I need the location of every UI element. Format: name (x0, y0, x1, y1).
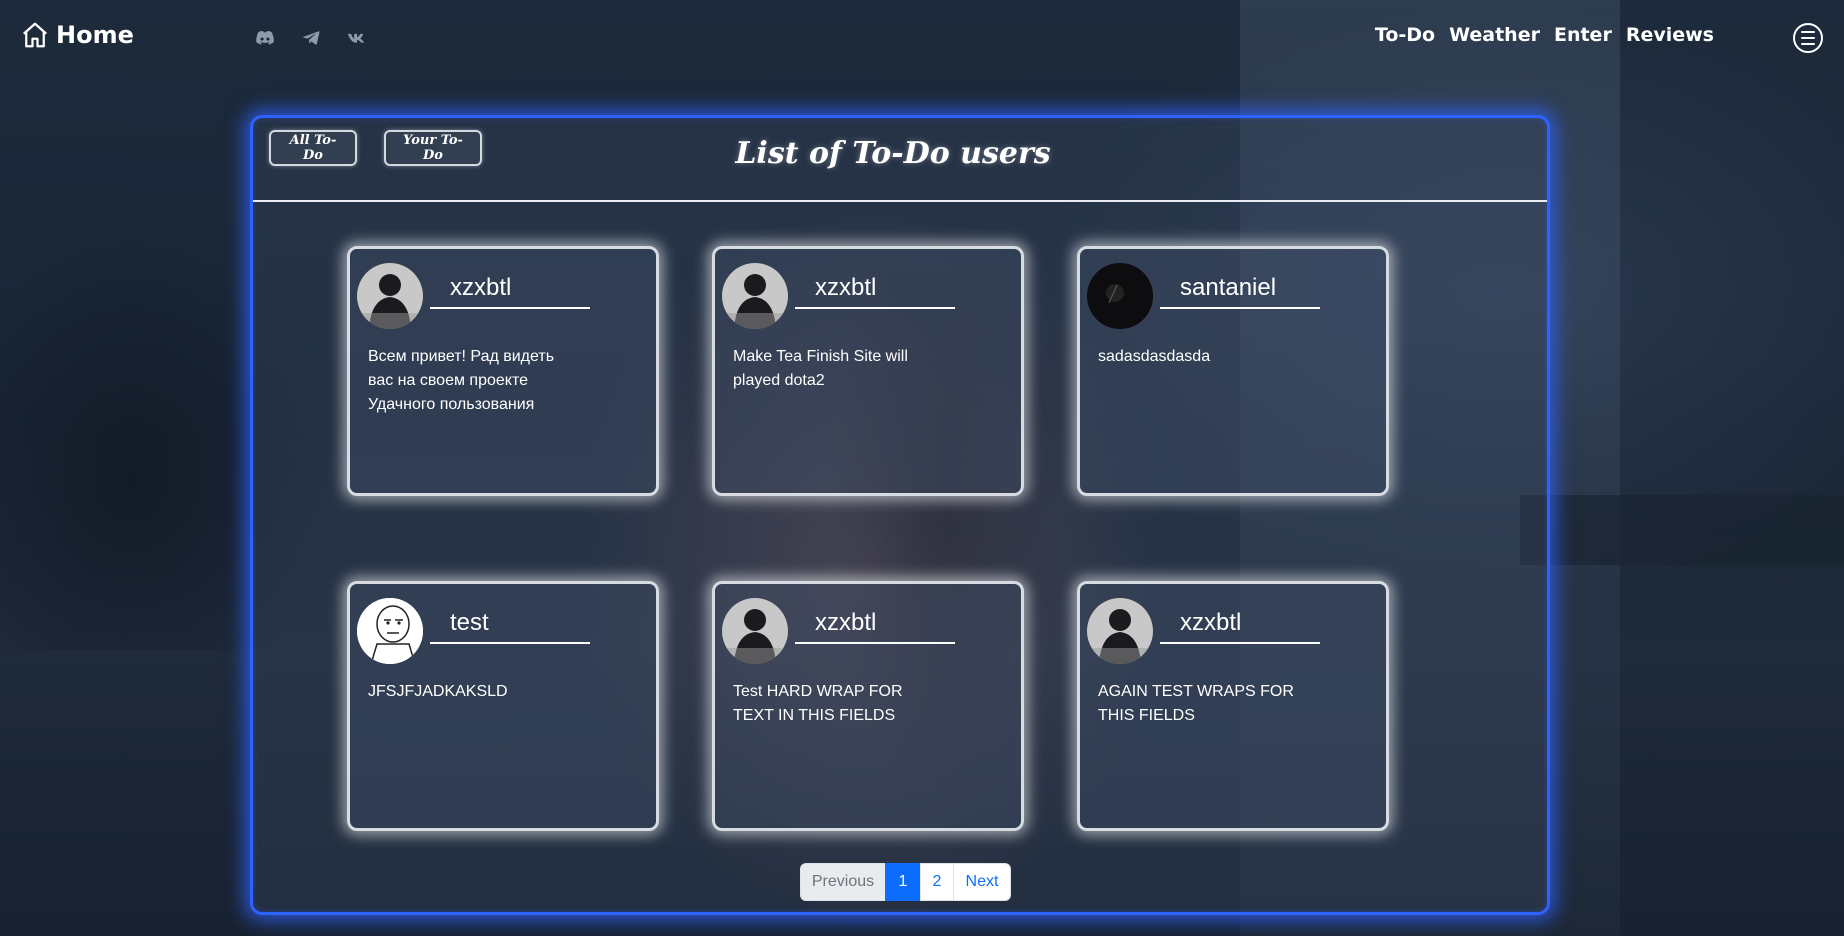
pagination-next[interactable]: Next (953, 863, 1011, 901)
social-links (254, 28, 368, 48)
telegram-link[interactable] (300, 28, 322, 48)
user-card[interactable]: xzxbtl AGAIN TEST WRAPS FOR THIS FIELDS (1077, 581, 1389, 831)
user-card[interactable]: xzxbtl Всем привет! Рад видеть вас на св… (347, 246, 659, 496)
nav-link-enter[interactable]: Enter (1554, 24, 1612, 46)
nav-links: To-Do Weather Enter Reviews (1375, 24, 1714, 46)
menu-line-icon (1801, 31, 1815, 33)
user-card[interactable]: santaniel sadasdasdasda (1077, 246, 1389, 496)
telegram-icon (302, 31, 320, 45)
meme-face-avatar (357, 598, 423, 664)
card-text: Make Tea Finish Site will played dota2 (733, 348, 908, 389)
dark-user-avatar (1087, 598, 1153, 664)
vk-icon (347, 33, 365, 43)
card-username: test (430, 608, 590, 644)
card-text: JFSJFJADKAKSLD (368, 683, 508, 700)
panel-title: List of To-Do users (735, 136, 1051, 171)
vk-link[interactable] (346, 28, 368, 48)
menu-line-icon (1801, 43, 1815, 45)
todo-users-panel: All To-Do Your To-Do List of To-Do users… (250, 115, 1550, 915)
card-text: Всем привет! Рад видеть вас на своем про… (368, 348, 555, 413)
your-todo-button[interactable]: Your To-Do (384, 130, 482, 166)
black-avatar (1087, 263, 1153, 329)
card-username: xzxbtl (430, 273, 590, 309)
card-text: AGAIN TEST WRAPS FOR THIS FIELDS (1098, 683, 1294, 724)
card-username: xzxbtl (1160, 608, 1320, 644)
pagination-page-1[interactable]: 1 (885, 863, 921, 901)
all-todo-button[interactable]: All To-Do (269, 130, 357, 166)
menu-line-icon (1801, 37, 1815, 39)
dark-user-avatar (357, 263, 423, 329)
dark-user-avatar (722, 598, 788, 664)
background-table (1520, 495, 1844, 565)
pagination: Previous 1 2 Next (800, 863, 1011, 901)
card-username: xzxbtl (795, 608, 955, 644)
card-text: Test HARD WRAP FOR TEXT IN THIS FIELDS (733, 683, 903, 724)
user-card[interactable]: xzxbtl Make Tea Finish Site will played … (712, 246, 1024, 496)
card-username: santaniel (1160, 273, 1320, 309)
card-username: xzxbtl (795, 273, 955, 309)
home-icon (23, 22, 47, 48)
nav-link-todo[interactable]: To-Do (1375, 24, 1435, 46)
user-card[interactable]: test JFSJFJADKAKSLD (347, 581, 659, 831)
discord-link[interactable] (254, 28, 276, 48)
user-card[interactable]: xzxbtl Test HARD WRAP FOR TEXT IN THIS F… (712, 581, 1024, 831)
home-link[interactable]: Home (20, 20, 134, 50)
dark-user-avatar (722, 263, 788, 329)
brand-label: Home (56, 21, 134, 49)
discord-icon (256, 31, 274, 45)
panel-header: All To-Do Your To-Do List of To-Do users (253, 118, 1547, 202)
pagination-page-2[interactable]: 2 (920, 863, 954, 901)
card-text: sadasdasdasda (1098, 348, 1211, 365)
top-navbar: Home To-Do Weather Enter Reviews (0, 0, 1844, 74)
menu-button[interactable] (1793, 23, 1823, 53)
pagination-previous[interactable]: Previous (800, 863, 886, 901)
nav-link-reviews[interactable]: Reviews (1626, 24, 1714, 46)
nav-link-weather[interactable]: Weather (1449, 24, 1540, 46)
